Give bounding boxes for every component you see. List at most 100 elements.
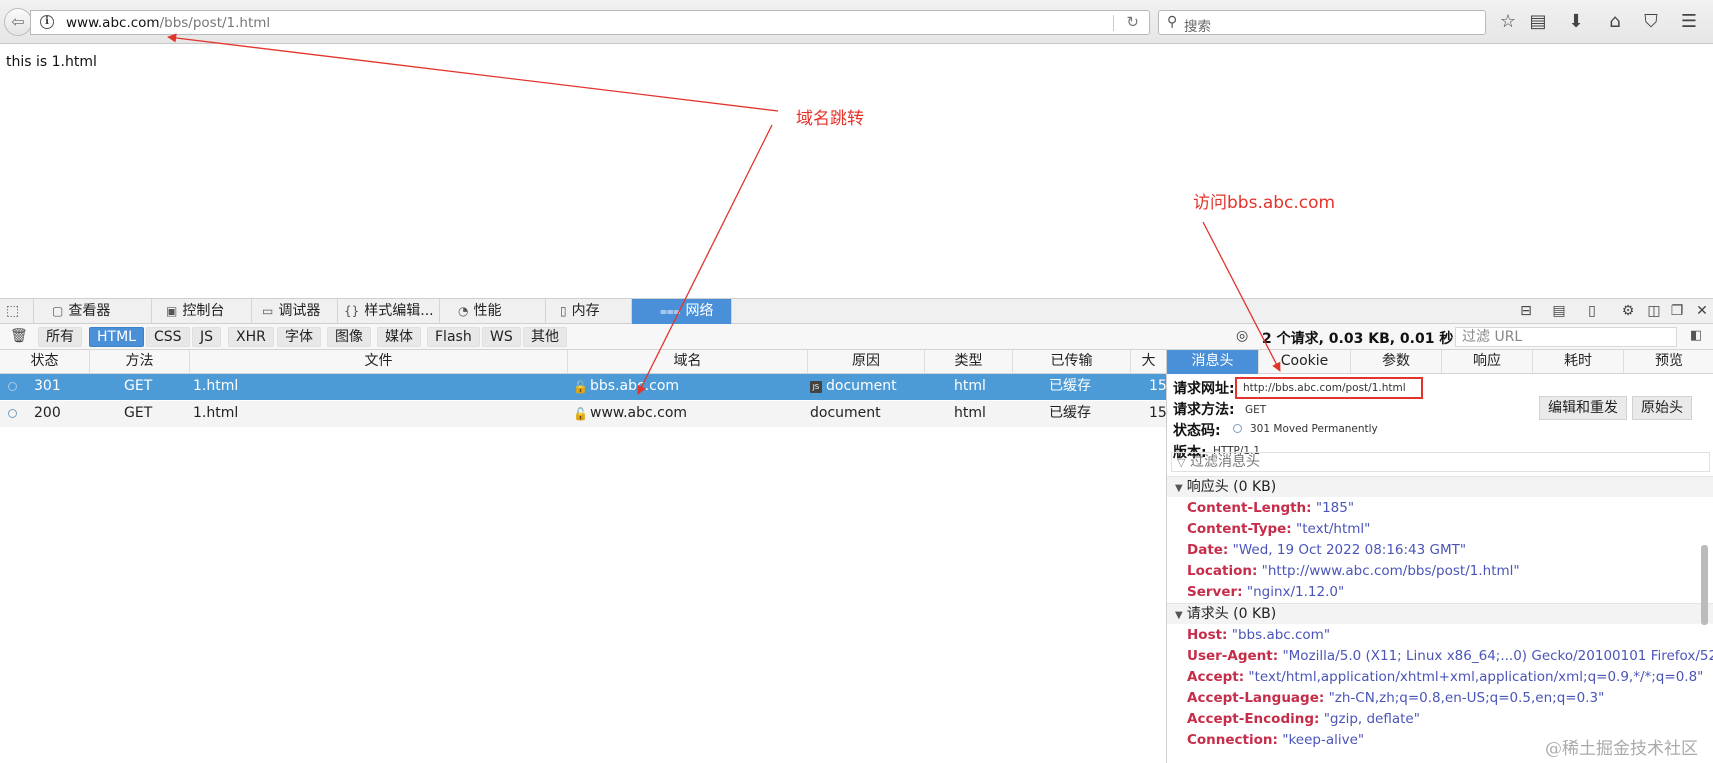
request-details-panel: 消息头 Cookie 参数 响应 耗时 预览 请求网址: http://bbs.…: [1166, 350, 1713, 763]
tab-network[interactable]: ⩶ 网络: [632, 299, 732, 324]
url-path: /bbs/post/1.html: [159, 15, 271, 31]
tab-params[interactable]: 参数: [1351, 350, 1442, 374]
status-dot-icon: [8, 382, 17, 391]
tab-label: 内存: [571, 303, 600, 319]
filter-other[interactable]: 其他: [523, 327, 567, 347]
header-row: Location: "http://www.abc.com/bbs/post/1…: [1187, 563, 1520, 579]
filter-html[interactable]: HTML: [89, 327, 144, 347]
tab-headers[interactable]: 消息头: [1167, 350, 1259, 374]
header-value: "gzip, deflate": [1323, 711, 1420, 727]
header-row: Host: "bbs.abc.com": [1187, 627, 1330, 643]
row-type: html: [954, 378, 986, 394]
filter-all[interactable]: 所有: [38, 327, 82, 347]
gauge-icon: ◔: [458, 304, 469, 318]
search-bar[interactable]: ⚲ 搜索: [1158, 10, 1486, 35]
undock-icon[interactable]: ❐: [1668, 303, 1686, 319]
row-type: html: [954, 405, 986, 421]
split-console-icon[interactable]: ▤: [1550, 303, 1568, 319]
url-text[interactable]: www.abc.com/bbs/post/1.html: [66, 15, 270, 31]
braces-icon: {}: [344, 304, 360, 318]
edit-resend-button[interactable]: 编辑和重发: [1539, 396, 1627, 420]
col-type[interactable]: 类型: [925, 350, 1013, 374]
response-headers-section[interactable]: ▼ 响应头 (0 KB): [1167, 476, 1713, 497]
menu-icon[interactable]: ☰: [1678, 11, 1700, 33]
col-status[interactable]: 状态: [0, 350, 90, 374]
responsive-mode-icon[interactable]: ▯: [1583, 303, 1601, 319]
header-key: Host:: [1187, 627, 1228, 643]
page-body-text: this is 1.html: [6, 54, 97, 70]
tab-inspector[interactable]: ▢ 查看器: [34, 299, 152, 324]
settings-gear-icon[interactable]: ⚙: [1619, 303, 1637, 319]
col-domain[interactable]: 域名: [568, 350, 808, 374]
download-icon[interactable]: ⬇: [1565, 11, 1587, 33]
tab-preview[interactable]: 预览: [1624, 350, 1713, 374]
row-status: 301: [34, 378, 61, 394]
tab-performance[interactable]: ◔ 性能: [440, 299, 546, 324]
reading-list-icon[interactable]: ▤: [1527, 11, 1549, 33]
table-row[interactable]: 301 GET 1.html 🔓 bbs.abc.com JS document …: [0, 374, 1167, 400]
col-file[interactable]: 文件: [190, 350, 568, 374]
filter-js[interactable]: JS: [192, 327, 222, 347]
tab-memory[interactable]: ▯ 内存: [546, 299, 632, 324]
filter-css[interactable]: CSS: [146, 327, 190, 347]
tab-debugger[interactable]: ▭ 调试器: [252, 299, 338, 324]
toggle-sidebar-icon[interactable]: ◧: [1690, 328, 1702, 343]
col-size[interactable]: 大: [1131, 350, 1166, 374]
close-icon[interactable]: ✕: [1693, 303, 1711, 319]
filter-fonts[interactable]: 字体: [277, 327, 321, 347]
tab-label: 性能: [473, 303, 502, 319]
scrollbar-thumb[interactable]: [1701, 545, 1708, 625]
filter-url-input[interactable]: 过滤 URL: [1455, 327, 1677, 347]
tab-timings[interactable]: 耗时: [1533, 350, 1624, 374]
filter-xhr[interactable]: XHR: [228, 327, 274, 347]
col-transferred[interactable]: 已传输: [1013, 350, 1131, 374]
header-value: "text/html": [1296, 521, 1371, 537]
request-method-value: GET: [1245, 404, 1267, 416]
filter-images[interactable]: 图像: [327, 327, 371, 347]
col-method[interactable]: 方法: [90, 350, 190, 374]
row-domain: www.abc.com: [590, 405, 688, 421]
header-key: Connection:: [1187, 732, 1278, 748]
row-transferred: 已缓存: [1049, 378, 1091, 394]
dock-layout-icon[interactable]: ⊟: [1517, 303, 1535, 319]
row-cause: JS document: [810, 374, 897, 399]
element-picker-button[interactable]: ⬚: [0, 299, 34, 324]
pocket-icon[interactable]: ⛉: [1640, 11, 1662, 33]
bookmark-star-icon[interactable]: ☆: [1497, 11, 1519, 33]
performance-analysis-icon[interactable]: ◎: [1236, 328, 1248, 344]
row-cause-text: document: [826, 378, 897, 394]
row-method: GET: [124, 405, 153, 421]
filter-headers-input[interactable]: ▽ 过滤消息头: [1171, 452, 1710, 472]
filter-flash[interactable]: Flash: [427, 327, 480, 347]
header-key: Content-Length:: [1187, 500, 1312, 516]
row-method: GET: [124, 378, 153, 394]
table-row[interactable]: 200 GET 1.html 🔓 www.abc.com document ht…: [0, 401, 1167, 427]
filter-media[interactable]: 媒体: [377, 327, 421, 347]
reload-icon[interactable]: ↻: [1126, 13, 1139, 31]
tab-response[interactable]: 响应: [1442, 350, 1533, 374]
tab-style-editor[interactable]: {} 样式编辑...: [338, 299, 440, 324]
row-domain: bbs.abc.com: [590, 378, 680, 394]
header-key: Accept-Language:: [1187, 690, 1325, 706]
tab-cookies[interactable]: Cookie: [1259, 350, 1351, 374]
request-table-header: 状态 方法 文件 域名 原因 类型 已传输 大: [0, 350, 1166, 374]
filter-ws[interactable]: WS: [482, 327, 521, 347]
tab-console[interactable]: ▣ 控制台: [152, 299, 252, 324]
site-info-icon[interactable]: i: [40, 15, 54, 29]
back-button[interactable]: ⇦: [4, 8, 32, 36]
access-annotation: 访问bbs.abc.com: [1193, 193, 1336, 213]
raw-headers-button[interactable]: 原始头: [1632, 396, 1692, 420]
row-transferred: 已缓存: [1049, 405, 1091, 421]
row-size: 15: [1149, 378, 1167, 394]
network-filter-bar: 🗑 所有 HTML CSS JS XHR 字体 图像 媒体 Flash WS 其…: [0, 324, 1713, 350]
url-bar[interactable]: i www.abc.com/bbs/post/1.html ↻: [30, 10, 1150, 35]
header-key: Accept:: [1187, 669, 1245, 685]
home-icon[interactable]: ⌂: [1604, 11, 1626, 33]
request-headers-section[interactable]: ▼ 请求头 (0 KB): [1167, 603, 1713, 624]
header-value: "bbs.abc.com": [1231, 627, 1331, 643]
request-url-label: 请求网址:: [1173, 381, 1235, 397]
col-cause[interactable]: 原因: [808, 350, 925, 374]
dock-side-icon[interactable]: ◫: [1645, 303, 1663, 319]
clear-trash-icon[interactable]: 🗑: [10, 328, 28, 344]
debugger-icon: ▭: [262, 304, 274, 318]
